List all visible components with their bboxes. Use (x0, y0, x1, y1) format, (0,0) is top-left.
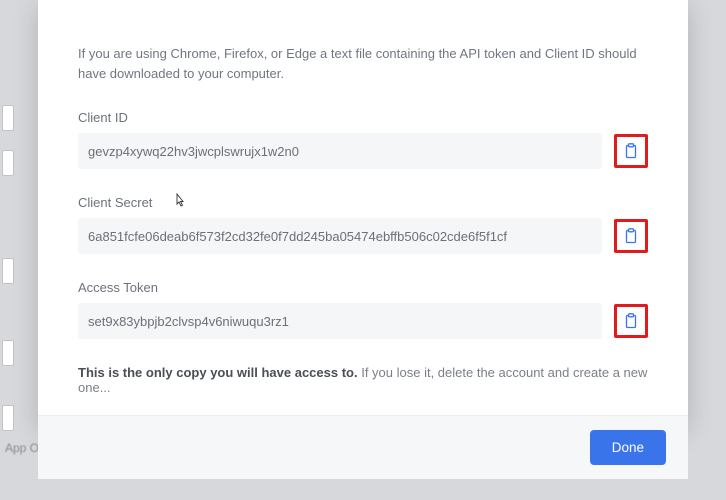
client-secret-label: Client Secret (78, 195, 648, 210)
access-token-group: Access Token (78, 280, 648, 339)
client-id-row (78, 133, 648, 169)
modal-body: If you are using Chrome, Firefox, or Edg… (38, 0, 688, 415)
client-secret-row (78, 218, 648, 254)
copy-access-token-button[interactable] (614, 304, 648, 338)
credentials-modal: BigCommerce API Credentials × If you are… (38, 0, 688, 425)
modal-footer: Done (38, 415, 688, 479)
intro-text: If you are using Chrome, Firefox, or Edg… (78, 44, 648, 84)
client-id-input[interactable] (78, 133, 602, 169)
client-secret-input[interactable] (78, 218, 602, 254)
warning-text: This is the only copy you will have acce… (78, 365, 648, 395)
bg-element (2, 150, 14, 176)
access-token-input[interactable] (78, 303, 602, 339)
done-button[interactable]: Done (590, 430, 666, 465)
copy-client-secret-button[interactable] (614, 219, 648, 253)
client-id-group: Client ID (78, 110, 648, 169)
warning-strong: This is the only copy you will have acce… (78, 365, 358, 380)
copy-client-id-button[interactable] (614, 134, 648, 168)
clipboard-icon (624, 143, 638, 159)
bg-element (2, 105, 14, 131)
clipboard-icon (624, 228, 638, 244)
access-token-label: Access Token (78, 280, 648, 295)
client-secret-group: Client Secret (78, 195, 648, 254)
client-id-label: Client ID (78, 110, 648, 125)
access-token-row (78, 303, 648, 339)
bg-element (2, 405, 14, 431)
clipboard-icon (624, 313, 638, 329)
bg-element (2, 258, 14, 284)
bg-element (2, 340, 14, 366)
